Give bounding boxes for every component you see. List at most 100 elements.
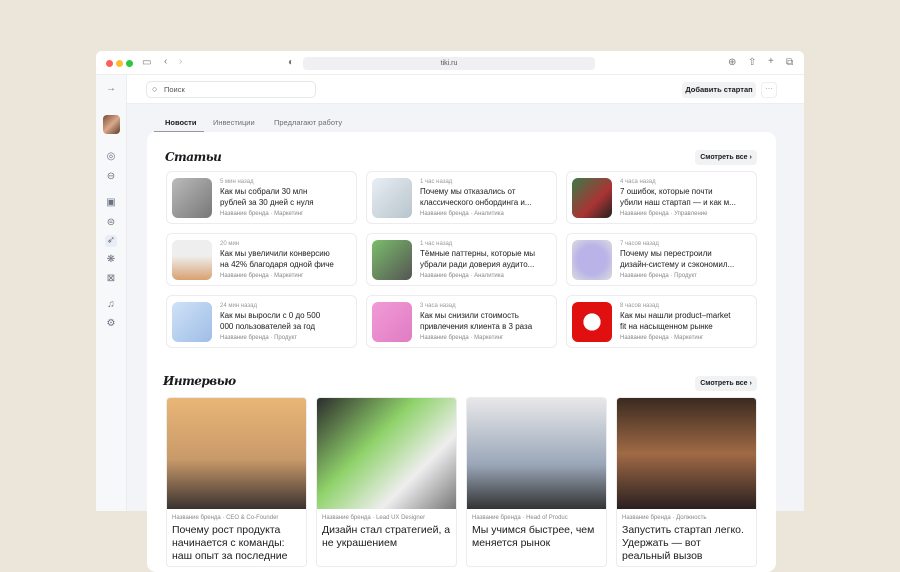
article-title-line: Как мы увеличили конверсию bbox=[220, 249, 330, 258]
interview-card[interactable]: Название бренда · Lead UX Designer Дизай… bbox=[316, 397, 457, 567]
share-icon[interactable]: ⇧ bbox=[748, 58, 756, 68]
article-time: 4 часа назад bbox=[620, 179, 656, 185]
article-card[interactable]: 8 часов назад Как мы нашли product–marke… bbox=[566, 295, 757, 348]
article-brand: Название бренда bbox=[420, 335, 469, 341]
tab-jobs[interactable]: Предлагают работу bbox=[274, 118, 342, 127]
articles-heading: Статьи bbox=[165, 150, 222, 164]
article-time: 8 часов назад bbox=[620, 303, 659, 309]
search-input[interactable]: ○ Поиск bbox=[146, 81, 316, 98]
article-time: 20 мин bbox=[220, 241, 240, 247]
article-category: Продукт bbox=[274, 335, 297, 341]
interview-title: Запустить стартап легко. Удержать — вот … bbox=[622, 524, 744, 562]
article-title-line: 000 пользователей за год bbox=[220, 321, 316, 331]
article-time: 1 час назад bbox=[420, 241, 453, 247]
download-icon[interactable]: ⊕ bbox=[728, 58, 736, 68]
article-thumbnail bbox=[572, 302, 612, 342]
interview-title: Дизайн стал стратегией, а не украшением bbox=[322, 524, 451, 549]
article-title: Как мы нашли product–market fit на насыще… bbox=[620, 311, 755, 332]
article-title: Тёмные паттерны, которые мы убрали ради д… bbox=[420, 249, 555, 270]
tabs-overview-icon[interactable]: ⧉ bbox=[786, 58, 793, 68]
article-card[interactable]: 20 мин Как мы увеличили конверсию на 42% … bbox=[166, 233, 357, 286]
article-thumbnail bbox=[372, 302, 412, 342]
top-bar: ○ Поиск Добавить стартап ··· bbox=[127, 75, 804, 104]
article-card[interactable]: 1 час назад Почему мы отказались от класс… bbox=[366, 171, 557, 224]
interviews-see-all-button[interactable]: Смотреть все › bbox=[695, 376, 757, 391]
interview-meta: Название бренда · Lead UX Designer bbox=[322, 515, 426, 521]
bell-icon[interactable]: ♫ bbox=[105, 299, 117, 311]
article-time: 3 часа назад bbox=[420, 303, 456, 309]
article-category: Маркетинг bbox=[274, 211, 304, 217]
address-bar[interactable]: tiki.ru bbox=[303, 57, 595, 70]
article-card[interactable]: 4 часа назад 7 ошибок, которые почти убил… bbox=[566, 171, 757, 224]
add-startup-button[interactable]: Добавить стартап bbox=[682, 82, 756, 98]
interview-title: Почему рост продукта начинается с команд… bbox=[172, 524, 288, 566]
article-meta: Название бренда · Аналитика bbox=[420, 211, 504, 217]
interview-meta: Название бренда · Head of Produc bbox=[472, 515, 568, 521]
article-time: 24 мин назад bbox=[220, 303, 257, 309]
article-thumbnail bbox=[572, 240, 612, 280]
article-category: Аналитика bbox=[474, 273, 504, 279]
tab-investments[interactable]: Инвестиции bbox=[213, 118, 255, 127]
articles-see-all-button[interactable]: Смотреть все › bbox=[695, 150, 757, 165]
article-title-line: 7 ошибок, которые почти bbox=[620, 187, 713, 196]
article-meta: Название бренда · Маркетинг bbox=[220, 211, 304, 217]
article-title-line: убили наш стартап — и как м... bbox=[620, 197, 736, 207]
sidebar-toggle-icon[interactable]: ▭ bbox=[142, 58, 151, 68]
interview-photo bbox=[167, 398, 306, 509]
article-brand: Название бренда bbox=[620, 273, 669, 279]
interview-meta: Название бренда · Должность bbox=[622, 515, 707, 521]
article-meta: Название бренда · Управление bbox=[620, 211, 708, 217]
new-tab-icon[interactable]: + bbox=[768, 57, 774, 67]
article-brand: Название бренда bbox=[220, 211, 269, 217]
tab-news[interactable]: Новости bbox=[165, 118, 196, 127]
minimize-button[interactable] bbox=[116, 60, 123, 67]
article-title-line: Как мы снизили стоимость bbox=[420, 311, 519, 320]
article-meta: Название бренда · Маркетинг bbox=[420, 335, 504, 341]
close-button[interactable] bbox=[106, 60, 113, 67]
article-title-line: убрали ради доверия аудито... bbox=[420, 259, 535, 269]
article-meta: Название бренда · Аналитика bbox=[420, 273, 504, 279]
settings-icon[interactable]: ⚙ bbox=[105, 318, 117, 330]
article-thumbnail bbox=[572, 178, 612, 218]
folder-icon[interactable]: ⊖ bbox=[105, 171, 117, 183]
article-title-line: fit на насыщенном рынке bbox=[620, 321, 713, 331]
maximize-button[interactable] bbox=[126, 60, 133, 67]
article-title: Как мы выросли с 0 до 500 000 пользовател… bbox=[220, 311, 355, 332]
interview-card[interactable]: Название бренда · CEO & Co-Founder Почем… bbox=[166, 397, 307, 567]
article-title: Почему мы отказались от классического онб… bbox=[420, 187, 555, 208]
rocket-icon[interactable]: ➶ bbox=[105, 235, 117, 247]
article-time: 7 часов назад bbox=[620, 241, 659, 247]
article-card[interactable]: 24 мин назад Как мы выросли с 0 до 500 00… bbox=[166, 295, 357, 348]
article-time: 1 час назад bbox=[420, 179, 453, 185]
gallery-icon[interactable]: ◎ bbox=[105, 151, 117, 163]
article-title-line: дизайн-систему и сэкономил... bbox=[620, 259, 735, 269]
back-icon[interactable]: ‹ bbox=[164, 57, 167, 67]
briefcase-icon[interactable]: ⊜ bbox=[105, 217, 117, 229]
article-card[interactable]: 3 часа назад Как мы снизили стоимость при… bbox=[366, 295, 557, 348]
article-meta: Название бренда · Продукт bbox=[620, 273, 697, 279]
article-category: Маркетинг bbox=[274, 273, 304, 279]
article-time: 5 мин назад bbox=[220, 179, 254, 185]
ticket-icon[interactable]: ▣ bbox=[105, 197, 117, 209]
interview-photo bbox=[617, 398, 756, 509]
inbox-icon[interactable]: ⊠ bbox=[105, 273, 117, 285]
interview-photo bbox=[467, 398, 606, 509]
privacy-shield-icon[interactable]: ◐ bbox=[288, 58, 294, 68]
avatar[interactable] bbox=[103, 115, 120, 134]
more-button[interactable]: ··· bbox=[761, 82, 777, 98]
article-thumbnail bbox=[172, 178, 212, 218]
article-title-line: Как мы нашли product–market bbox=[620, 311, 731, 320]
article-card[interactable]: 1 час назад Тёмные паттерны, которые мы у… bbox=[366, 233, 557, 286]
search-placeholder: Поиск bbox=[164, 85, 185, 94]
article-card[interactable]: 5 мин назад Как мы собрали 30 млн рублей … bbox=[166, 171, 357, 224]
article-title: Почему мы перестроили дизайн-систему и сэ… bbox=[620, 249, 755, 270]
article-card[interactable]: 7 часов назад Почему мы перестроили дизай… bbox=[566, 233, 757, 286]
interview-card[interactable]: Название бренда · Должность Запустить ст… bbox=[616, 397, 757, 567]
article-category: Управление bbox=[674, 211, 708, 217]
expand-arrow-icon[interactable]: → bbox=[105, 83, 117, 95]
community-icon[interactable]: ❋ bbox=[105, 254, 117, 266]
article-title: 7 ошибок, которые почти убили наш стартап… bbox=[620, 187, 755, 208]
article-title-line: рублей за 30 дней с нуля bbox=[220, 197, 314, 207]
interview-card[interactable]: Название бренда · Head of Produc Мы учим… bbox=[466, 397, 607, 567]
forward-icon[interactable]: › bbox=[179, 57, 182, 67]
